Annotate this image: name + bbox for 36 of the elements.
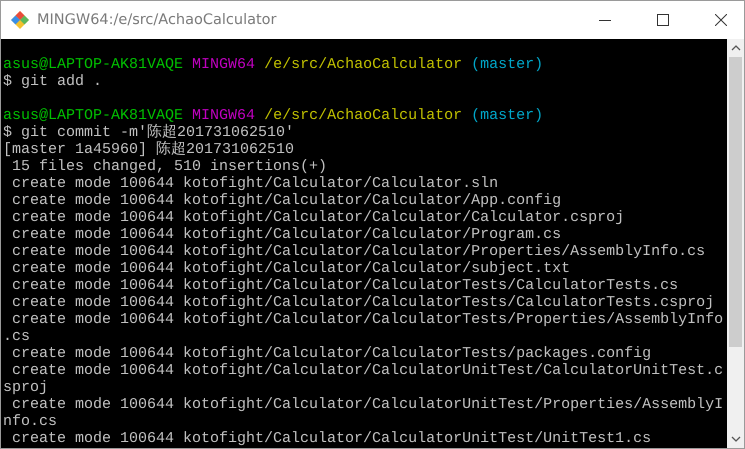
scroll-up-icon[interactable]: [730, 45, 740, 51]
terminal-output-line: create mode 100644 kotofight/Calculator/Calculator/Program.cs: [11, 226, 562, 243]
terminal-output-line: [master 1a45960] 陈超201731062510: [3, 141, 294, 158]
prompt-path: /e/src/AchaoCalculator: [264, 107, 462, 124]
terminal-output-line: create mode 100644 kotofight/Calculator/Calculator.sln: [11, 175, 498, 192]
terminal-output-line: create mode 100644 kotofight/Calculator/CalculatorTests/CalculatorTests.cs: [11, 277, 678, 294]
terminal-output-line: create mode 100644 kotofight/Calculator/Calculator/App.config: [11, 192, 562, 209]
prompt-branch: (master): [471, 56, 544, 73]
scrollbar-thumb[interactable]: [729, 57, 742, 347]
terminal-output-line: create mode 100644 kotofight/Calculator/Calculator/subject.txt: [11, 260, 570, 277]
terminal-output-line: create mode 100644 kotofight/Calculator/Calculator/Properties/AssemblyInfo.cs: [11, 243, 706, 260]
terminal-output-line: $ git add .: [3, 73, 102, 90]
close-icon: [715, 14, 727, 26]
scroll-down-icon[interactable]: [730, 436, 740, 442]
terminal-output-line: create mode 100644 kotofight/Calculator/CalculatorTests/packages.config: [11, 345, 652, 362]
diamond-icon: [10, 10, 30, 30]
window-title: MINGW64:/e/src/AchaoCalculator: [37, 12, 278, 28]
terminal-output-line: create mode 100644 kotofight/Calculator/CalculatorUnitTest/CalculatorUnitTest.c: [11, 362, 724, 379]
maximize-icon: [657, 14, 669, 26]
prompt-system: MINGW64: [192, 56, 256, 73]
terminal-output-line: nfo.cs: [3, 413, 58, 430]
terminal-output-line: create mode 100644 kotofight/Calculator/CalculatorTests/CalculatorTests.csproj: [11, 294, 714, 311]
prompt-branch: (master): [471, 107, 544, 124]
terminal-output-line: sproj: [3, 379, 48, 396]
terminal-output-line: create mode 100644 kotofight/Calculator/Calculator/Calculator.csproj: [11, 209, 624, 226]
terminal-output-line: $ git commit -m'陈超201731062510': [3, 124, 294, 141]
terminal-output-line: create mode 100644 kotofight/Calculator/CalculatorTests/Properties/AssemblyInfo: [11, 311, 724, 328]
terminal-output-line: create mode 100644 kotofight/Calculator/CalculatorUnitTest/Properties/AssemblyI: [11, 396, 724, 413]
terminal-output-line: .cs: [3, 328, 30, 345]
prompt-path: /e/src/AchaoCalculator: [264, 56, 462, 73]
terminal-output-line: 15 files changed, 510 insertions(+): [11, 158, 328, 175]
prompt-system: MINGW64: [192, 107, 256, 124]
prompt-user: asus@LAPTOP-AK81VAQE: [3, 107, 184, 124]
terminal-output-line: create mode 100644 kotofight/Calculator/CalculatorUnitTest/UnitTest1.cs: [11, 430, 652, 447]
scrollbar[interactable]: [727, 39, 744, 448]
prompt-user: asus@LAPTOP-AK81VAQE: [3, 56, 184, 73]
